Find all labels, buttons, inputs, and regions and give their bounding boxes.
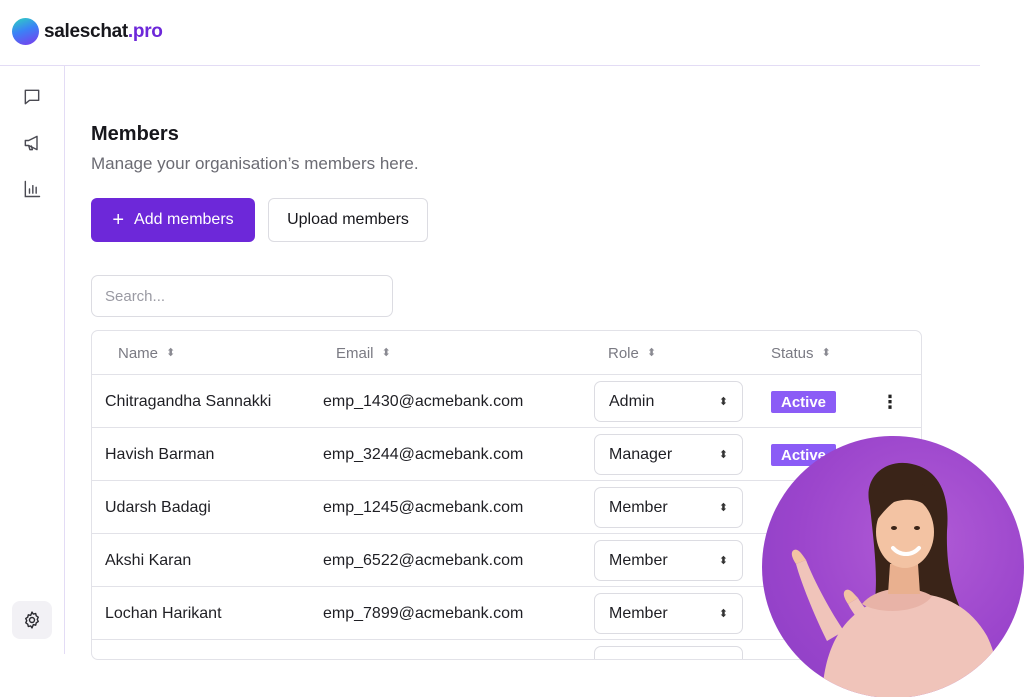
sidebar-item-settings[interactable]: [12, 601, 52, 639]
sort-icon: ⬍: [646, 346, 657, 359]
updown-chevron-icon: ⬍: [718, 396, 728, 408]
role-select[interactable]: Member ⬍: [594, 487, 743, 528]
member-email: emp_3244@acmebank.com: [323, 445, 524, 463]
top-bar: saleschat.pro: [0, 0, 980, 66]
member-name: Akshi Karan: [105, 551, 192, 569]
member-email: emp_6522@acmebank.com: [323, 551, 524, 569]
upload-members-button[interactable]: Upload members: [268, 198, 428, 242]
column-header-email[interactable]: Email ⬍: [336, 331, 391, 375]
sidebar-item-campaigns[interactable]: [12, 124, 52, 162]
brand-name: saleschat.pro: [44, 20, 163, 42]
updown-chevron-icon: ⬍: [718, 502, 728, 514]
plus-icon: +: [112, 209, 125, 231]
member-name: Havish Barman: [105, 445, 215, 463]
sidebar-item-analytics[interactable]: [12, 170, 52, 208]
sidebar-item-chats[interactable]: [12, 78, 52, 116]
table-row: Havish Barman emp_3244@acmebank.com Mana…: [92, 428, 921, 481]
member-email: emp_7899@acmebank.com: [323, 604, 524, 622]
updown-chevron-icon: ⬍: [718, 555, 728, 567]
brand-logo[interactable]: saleschat.pro: [12, 18, 163, 45]
table-row: Chitragandha Sannakki emp_1430@acmebank.…: [92, 375, 921, 428]
member-email: emp_1430@acmebank.com: [323, 392, 524, 410]
person-pointing-illustration: [791, 462, 1000, 697]
more-options-icon[interactable]: ⋮: [880, 390, 900, 414]
promo-person-image: [762, 436, 1024, 697]
sort-icon: ⬍: [166, 346, 176, 359]
chat-bubble-icon: [24, 89, 40, 105]
app-window: saleschat.pro Members Manage your organi…: [0, 0, 1024, 697]
search-input[interactable]: [91, 275, 393, 317]
role-select[interactable]: [594, 646, 743, 659]
add-members-label: Add members: [134, 211, 234, 228]
sidebar: [0, 66, 65, 654]
sort-icon: ⬍: [381, 346, 391, 359]
add-members-button[interactable]: + Add members: [91, 198, 255, 242]
member-name: Chitragandha Sannakki: [105, 392, 272, 410]
role-select[interactable]: Member ⬍: [594, 593, 743, 634]
logo-mark-icon: [12, 18, 39, 45]
updown-chevron-icon: ⬍: [718, 608, 728, 620]
role-select[interactable]: Admin ⬍: [594, 381, 743, 422]
bar-chart-icon: [24, 180, 41, 198]
page-title: Members: [91, 123, 179, 145]
page-subtitle: Manage your organisation’s members here.: [91, 154, 419, 173]
column-header-role[interactable]: Role ⬍: [608, 331, 656, 375]
member-email: emp_1245@acmebank.com: [323, 498, 524, 516]
column-header-status[interactable]: Status ⬍: [771, 331, 831, 375]
member-name: Lochan Harikant: [105, 604, 222, 622]
status-badge: Active: [771, 391, 837, 413]
role-select[interactable]: Manager ⬍: [594, 434, 743, 475]
updown-chevron-icon: ⬍: [718, 449, 728, 461]
megaphone-icon: [24, 135, 38, 151]
gear-icon: [25, 611, 39, 629]
role-select[interactable]: Member ⬍: [594, 540, 743, 581]
table-header: Name ⬍ Email ⬍ Role ⬍ Status ⬍: [92, 331, 921, 375]
member-name: Udarsh Badagi: [105, 498, 211, 516]
column-header-name[interactable]: Name ⬍: [118, 331, 175, 375]
sort-icon: ⬍: [821, 346, 831, 359]
